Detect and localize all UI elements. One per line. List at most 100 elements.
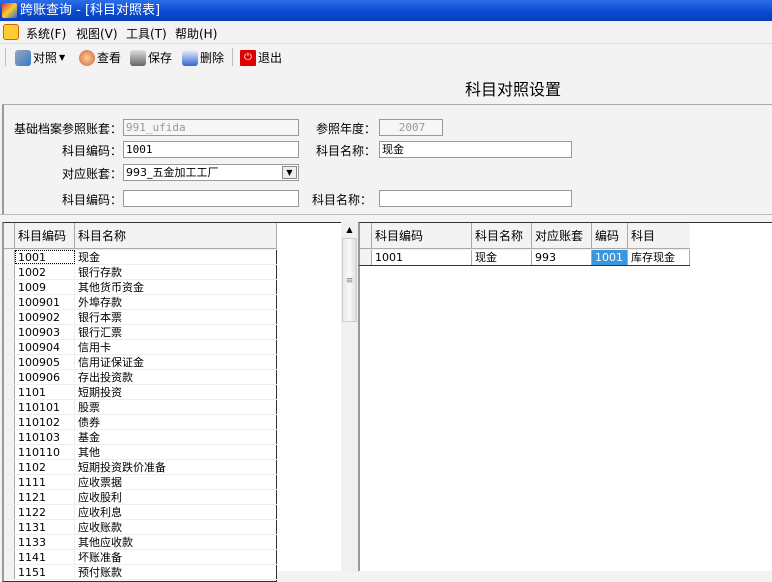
table-row[interactable]: 1101 短期投资 bbox=[4, 385, 277, 400]
table-row[interactable]: 1009 其他货币资金 bbox=[4, 280, 277, 295]
table-row[interactable]: 1111 应收票据 bbox=[4, 475, 277, 490]
table-row[interactable]: 110103 基金 bbox=[4, 430, 277, 445]
scroll-thumb[interactable]: ≡ bbox=[342, 238, 357, 322]
table-row[interactable]: 100906 存出投资款 bbox=[4, 370, 277, 385]
table-row[interactable]: 110110 其他 bbox=[4, 445, 277, 460]
cell-code[interactable]: 1131 bbox=[15, 520, 75, 534]
cell-target-code[interactable]: 1001 bbox=[592, 250, 628, 265]
cell-code[interactable]: 1133 bbox=[15, 535, 75, 549]
account-list-grid[interactable]: 科目编码 科目名称 1001 现金 1002 银行存款 1009 其他货币资金 … bbox=[2, 222, 277, 582]
cell-code[interactable]: 1122 bbox=[15, 505, 75, 519]
row-header[interactable] bbox=[4, 415, 15, 429]
header-target-account[interactable]: 对应账套 bbox=[532, 223, 592, 249]
table-row[interactable]: 110102 债券 bbox=[4, 415, 277, 430]
menu-view[interactable]: 视图(V) bbox=[76, 25, 118, 42]
cell-code[interactable]: 1002 bbox=[15, 265, 75, 279]
row-header[interactable] bbox=[4, 295, 15, 309]
cell-name[interactable]: 预付账款 bbox=[75, 565, 277, 579]
cell-name[interactable]: 现金 bbox=[75, 250, 277, 264]
cell-name[interactable]: 应收账款 bbox=[75, 520, 277, 534]
table-row[interactable]: 100901 外埠存款 bbox=[4, 295, 277, 310]
cell-name[interactable]: 短期投资 bbox=[75, 385, 277, 399]
row-header[interactable] bbox=[4, 535, 15, 549]
cell-code[interactable]: 1001 bbox=[15, 250, 75, 264]
vertical-scrollbar[interactable]: ▲ ≡ bbox=[341, 222, 358, 571]
cell-code[interactable]: 110102 bbox=[15, 415, 75, 429]
table-row[interactable]: 100904 信用卡 bbox=[4, 340, 277, 355]
row-header[interactable] bbox=[4, 310, 15, 324]
row-header[interactable] bbox=[4, 430, 15, 444]
header-code[interactable]: 科目编码 bbox=[15, 223, 75, 249]
table-row[interactable]: 1151 预付账款 bbox=[4, 565, 277, 580]
code-field[interactable]: 1001 bbox=[123, 141, 299, 158]
cell-code[interactable]: 1111 bbox=[15, 475, 75, 489]
table-row[interactable]: 1122 应收利息 bbox=[4, 505, 277, 520]
row-header[interactable] bbox=[4, 340, 15, 354]
cell-name[interactable]: 现金 bbox=[472, 250, 532, 265]
table-row[interactable]: 1001 现金 993 1001 库存现金 bbox=[360, 250, 690, 265]
system-menu-icon[interactable] bbox=[3, 24, 19, 40]
row-header[interactable] bbox=[4, 400, 15, 414]
cell-code[interactable]: 110101 bbox=[15, 400, 75, 414]
cell-name[interactable]: 应收票据 bbox=[75, 475, 277, 489]
cell-name[interactable]: 其他货币资金 bbox=[75, 280, 277, 294]
cell-name[interactable]: 短期投资跌价准备 bbox=[75, 460, 277, 474]
table-row[interactable]: 100903 银行汇票 bbox=[4, 325, 277, 340]
row-header[interactable] bbox=[4, 280, 15, 294]
row-header[interactable] bbox=[4, 505, 15, 519]
header-target-code[interactable]: 编码 bbox=[592, 223, 628, 249]
cell-name[interactable]: 银行本票 bbox=[75, 310, 277, 324]
table-row[interactable]: 1121 应收股利 bbox=[4, 490, 277, 505]
row-header[interactable] bbox=[4, 265, 15, 279]
cell-code[interactable]: 100906 bbox=[15, 370, 75, 384]
cell-code[interactable]: 100902 bbox=[15, 310, 75, 324]
menu-tools[interactable]: 工具(T) bbox=[126, 25, 167, 42]
mapping-grid[interactable]: 科目编码 科目名称 对应账套 编码 科目 1001 现金 993 1001 库存现金 bbox=[358, 222, 690, 266]
table-row[interactable]: 100905 信用证保证金 bbox=[4, 355, 277, 370]
cell-name[interactable]: 债券 bbox=[75, 415, 277, 429]
cell-code[interactable]: 110103 bbox=[15, 430, 75, 444]
cell-code[interactable]: 1101 bbox=[15, 385, 75, 399]
cell-name[interactable]: 应收利息 bbox=[75, 505, 277, 519]
cell-code[interactable]: 1151 bbox=[15, 565, 75, 579]
table-row[interactable]: 1102 短期投资跌价准备 bbox=[4, 460, 277, 475]
row-header[interactable] bbox=[4, 460, 15, 474]
cell-code[interactable]: 100904 bbox=[15, 340, 75, 354]
cell-name[interactable]: 外埠存款 bbox=[75, 295, 277, 309]
cell-name[interactable]: 银行汇票 bbox=[75, 325, 277, 339]
row-header[interactable] bbox=[4, 475, 15, 489]
row-header[interactable] bbox=[4, 520, 15, 534]
cell-target-name[interactable]: 库存现金 bbox=[628, 250, 690, 265]
save-button[interactable]: 保存 bbox=[130, 49, 172, 66]
target-account-select[interactable]: 993_五金加工工厂 ▼ bbox=[123, 164, 299, 181]
scroll-up-icon[interactable]: ▲ bbox=[341, 222, 358, 238]
name2-field[interactable] bbox=[379, 190, 572, 207]
cell-target-account[interactable]: 993 bbox=[532, 250, 592, 265]
cell-code[interactable]: 110110 bbox=[15, 445, 75, 459]
cell-name[interactable]: 坏账准备 bbox=[75, 550, 277, 564]
row-header[interactable] bbox=[4, 565, 15, 579]
cell-name[interactable]: 股票 bbox=[75, 400, 277, 414]
cell-code[interactable]: 100903 bbox=[15, 325, 75, 339]
cell-code[interactable]: 1141 bbox=[15, 550, 75, 564]
exit-button[interactable]: ⏻ 退出 bbox=[240, 49, 282, 66]
cell-code[interactable]: 1121 bbox=[15, 490, 75, 504]
header-name[interactable]: 科目名称 bbox=[472, 223, 532, 249]
row-header[interactable] bbox=[4, 445, 15, 459]
row-header[interactable] bbox=[4, 325, 15, 339]
table-row[interactable]: 1001 现金 bbox=[4, 250, 277, 265]
view-button[interactable]: 查看 bbox=[79, 49, 121, 66]
cell-name[interactable]: 信用证保证金 bbox=[75, 355, 277, 369]
cell-name[interactable]: 应收股利 bbox=[75, 490, 277, 504]
code2-field[interactable] bbox=[123, 190, 299, 207]
compare-button[interactable]: 对照 ▼ bbox=[15, 49, 65, 66]
row-header[interactable] bbox=[4, 550, 15, 564]
cell-code[interactable]: 100905 bbox=[15, 355, 75, 369]
dropdown-arrow-icon[interactable]: ▼ bbox=[282, 166, 297, 179]
delete-button[interactable]: 删除 bbox=[182, 49, 224, 66]
row-header[interactable] bbox=[4, 385, 15, 399]
cell-name[interactable]: 其他应收款 bbox=[75, 535, 277, 549]
table-row[interactable]: 1141 坏账准备 bbox=[4, 550, 277, 565]
table-row[interactable]: 100902 银行本票 bbox=[4, 310, 277, 325]
row-header[interactable] bbox=[4, 490, 15, 504]
